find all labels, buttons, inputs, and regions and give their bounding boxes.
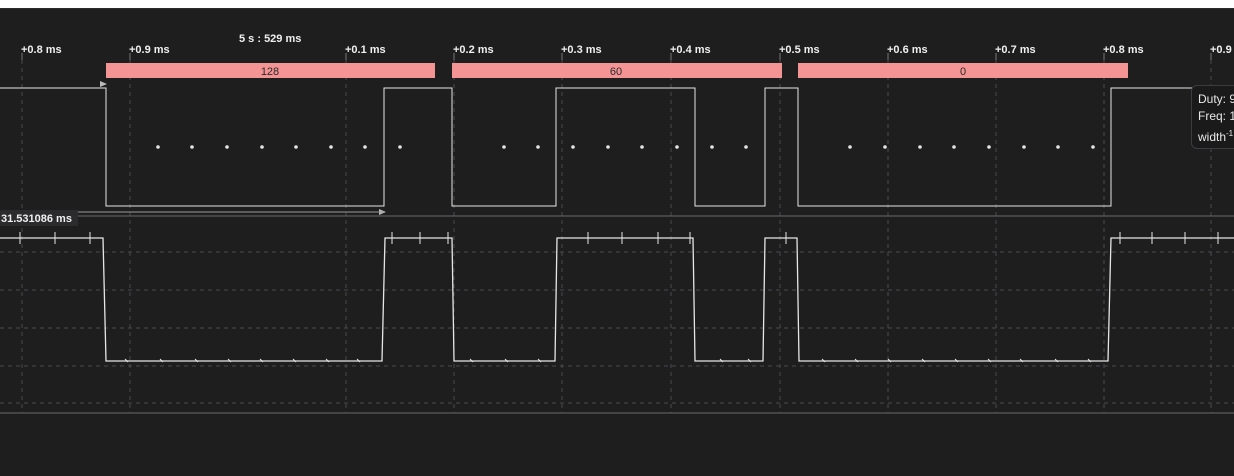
sample-dot [710,145,714,149]
waveform-area[interactable]: 128 60 0 31.531086 ms [0,60,1234,471]
sample-dot [363,145,367,149]
ruler-svg: 5 s : 529 ms +0.8 ms +0.9 ms +0.1 ms +0.2 m… [21,33,1232,61]
sample-dot [398,145,402,149]
ruler-tick-label: +0.2 ms [453,44,494,56]
sample-dot [744,145,748,149]
sample-dot [987,145,991,149]
sample-dot [536,145,540,149]
waveform-svg: 128 60 0 31.531086 ms [0,60,1234,414]
decoded-value-label: 128 [261,66,279,78]
measurement-label: 31.531086 ms [1,213,72,225]
sample-dot [848,145,852,149]
digital-waveform [0,87,1234,207]
ruler-tick-label: +0.6 ms [887,44,928,56]
tooltip-width: width-1 [1198,129,1234,144]
sample-dots [156,145,1095,149]
sample-dot [571,145,575,149]
sample-dot [1056,145,1060,149]
sample-dot [1022,145,1026,149]
sample-dot [294,145,298,149]
sample-dot [675,145,679,149]
ruler-tick-label: +0.1 ms [345,44,386,56]
analog-waveform [0,237,1234,362]
ruler-tick-label: +0.8 ms [21,44,62,56]
sample-dot [225,145,229,149]
ruler-tick-label: +0.7 ms [995,44,1036,56]
time-ruler[interactable]: 5 s : 529 ms +0.8 ms +0.9 ms +0.1 ms +0.2 m… [0,8,1234,61]
tooltip-freq: Freq: 1. [1198,109,1234,123]
ruler-tick-label: +0.5 ms [779,44,820,56]
top-bar [0,0,1234,8]
arrow-icon [100,81,107,87]
sample-dot [156,145,160,149]
decoded-value-label: 0 [960,66,966,78]
measurement-tooltip: Duty: 9 Freq: 1. width-1 [1191,85,1234,149]
sample-dot [883,145,887,149]
ruler-anchor-label: 5 s : 529 ms [239,33,301,45]
logic-analyzer-view: 5 s : 529 ms +0.8 ms +0.9 ms +0.1 ms +0.2 m… [0,0,1234,471]
sample-dot [640,145,644,149]
tooltip-duty: Duty: 9 [1198,92,1234,106]
ruler-tick-label: +0.8 ms [1103,44,1144,56]
sample-dot [606,145,610,149]
sample-dot [502,145,506,149]
sample-dot [918,145,922,149]
sample-dot [190,145,194,149]
ruler-tick-label: +0.9 [1210,44,1232,56]
sample-dot [260,145,264,149]
decoded-value-label: 60 [610,66,622,78]
sample-dot [329,145,333,149]
sample-dot [1091,145,1095,149]
ruler-tick-label: +0.9 ms [129,44,170,56]
sample-dot [952,145,956,149]
ruler-tick-label: +0.3 ms [561,44,602,56]
ruler-tick-label: +0.4 ms [670,44,711,56]
